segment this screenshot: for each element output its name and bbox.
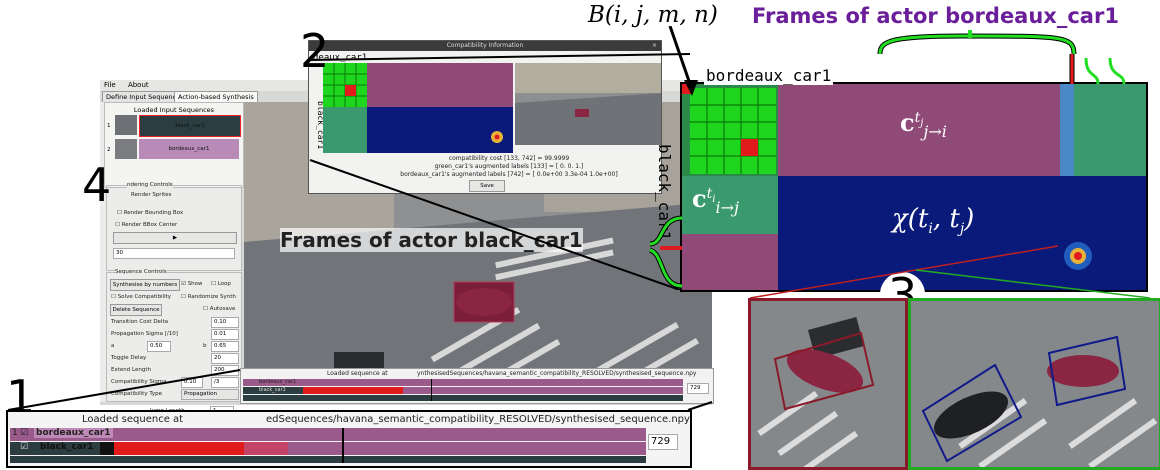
b-label: b	[203, 343, 207, 349]
toggle-delay-input[interactable]: 20	[211, 353, 239, 364]
rendering-controls-group: ndering Controls Render Sprites ☐ Render…	[106, 182, 242, 271]
bordeaux-brace-icon	[877, 30, 1126, 85]
transition-cost-input[interactable]: 0.10	[211, 317, 239, 328]
timeline-large-row1-checkbox[interactable]: ☑	[20, 428, 28, 438]
timeline-large-row1-index: 1	[12, 428, 18, 438]
timeline-large-row2-label: black_car1	[40, 442, 94, 452]
menu-file[interactable]: File	[104, 81, 116, 89]
timeline-large-row1-label: bordeaux_car1	[34, 428, 113, 438]
randomize-label: Randomize Synth	[187, 294, 236, 300]
play-button[interactable]: ▶	[113, 232, 237, 244]
chi-base: χ(t	[892, 204, 929, 234]
sequence-item[interactable]: 1 black_car1	[107, 115, 241, 137]
b-ijmn-label: B(i, j, m, n)	[588, 2, 718, 28]
sequence-index: 1	[107, 123, 111, 129]
timeline-large-frame-input[interactable]: 729	[648, 434, 678, 450]
c-ij-base: c	[692, 184, 707, 213]
timeline-large-track-2[interactable]: ☑ black_car1	[10, 442, 646, 455]
crop-green-view	[908, 298, 1160, 470]
randomize-checkbox[interactable]: ☐ Randomize Synth	[181, 294, 236, 300]
render-sprites-checkbox[interactable]: Render Sprites	[131, 192, 172, 198]
sequence-name: bordeaux_car1	[168, 146, 210, 152]
show-label: Show	[187, 281, 203, 287]
synthesise-by-numbers-button[interactable]: Synthesise by numbers	[110, 279, 180, 291]
autosave-checkbox[interactable]: ☐ Autosave	[203, 306, 235, 312]
sequence-name-box: black_car1	[139, 115, 241, 137]
callout-4: 4	[82, 158, 112, 212]
sequence-list-header: Loaded Input Sequences	[133, 106, 215, 114]
b-input[interactable]: 0.65	[211, 341, 239, 352]
chi-end: )	[964, 204, 975, 234]
delete-sequence-button[interactable]: Delete Sequence	[110, 304, 162, 316]
zoom-connector-lines	[309, 53, 690, 290]
left-panel: Loaded Input Sequences 1 black_car1 2 bo…	[100, 102, 244, 417]
frame-input[interactable]: 30	[113, 248, 235, 259]
loop-label: Loop	[217, 281, 231, 287]
sequence-list: Loaded Input Sequences 1 black_car1 2 bo…	[104, 102, 244, 188]
c-j-to-i-label: ctjj→i	[900, 108, 947, 141]
timeline-large-cursor[interactable]	[342, 428, 344, 463]
loop-checkbox[interactable]: ☐ Loop	[211, 281, 231, 287]
sequence-name: black_car1	[175, 123, 205, 129]
menu-about[interactable]: About	[128, 81, 149, 89]
rendering-group-title: ndering Controls	[127, 182, 173, 188]
solve-compat-checkbox[interactable]: ☐ Solve Compatibility	[111, 294, 171, 300]
timeline-large: Loaded sequence at edSequences/havana_se…	[6, 410, 692, 468]
a-label: a	[111, 343, 115, 349]
render-bbox-label: Render Bounding Box	[123, 210, 184, 216]
render-bbox-center-label: Render BBox Center	[121, 222, 178, 228]
sequence-controls-title: Sequence Controls	[115, 269, 167, 275]
timeline-large-loaded-path: edSequences/havana_semantic_compatibilit…	[266, 414, 690, 425]
callout-2: 2	[300, 24, 330, 78]
crop-connector-lines	[749, 245, 1151, 299]
chi-mid: , t	[932, 204, 960, 234]
toggle-delay-label: Toggle Delay	[111, 355, 147, 361]
render-bbox-checkbox[interactable]: ☐ Render Bounding Box	[117, 210, 183, 216]
sequence-name-box: bordeaux_car1	[139, 139, 239, 159]
c-ji-base: c	[900, 108, 915, 137]
autosave-label: Autosave	[209, 306, 236, 312]
timeline-large-row2-checkbox[interactable]: ☑	[20, 442, 28, 452]
c-ji-sub: j→i	[923, 121, 947, 141]
timeline-connector-lines	[7, 369, 713, 411]
c-i-to-j-label: ctii→j	[692, 184, 739, 217]
sequence-index: 2	[107, 147, 111, 153]
a-input[interactable]: 0.50	[147, 341, 171, 352]
transition-cost-label: Transition Cost Delta	[111, 319, 168, 325]
render-bbox-center-checkbox[interactable]: ☐ Render BBox Center	[115, 222, 177, 228]
sequence-item[interactable]: 2 bordeaux_car1	[107, 139, 239, 161]
frames-bordeaux-title: Frames of actor bordeaux_car1	[752, 4, 1119, 28]
c-ij-sub: i→j	[715, 197, 739, 217]
sequence-thumbnail	[115, 115, 137, 135]
timeline-large-track-3	[10, 456, 646, 463]
prop-sigma-label: Propagation Sigma [/10]	[111, 331, 178, 337]
show-checkbox[interactable]: ☑ Show	[181, 281, 203, 287]
timeline-large-loaded-prefix: Loaded sequence at	[82, 414, 184, 425]
solve-compat-label: Solve Compatibility	[117, 294, 172, 300]
chi-label: χ(ti, tj)	[892, 204, 974, 237]
timeline-large-track-1[interactable]: 1 ☑ bordeaux_car1	[10, 428, 646, 441]
crop-red-view	[748, 298, 908, 470]
prop-sigma-input[interactable]: 0.01	[211, 329, 239, 340]
sequence-thumbnail	[115, 139, 137, 159]
